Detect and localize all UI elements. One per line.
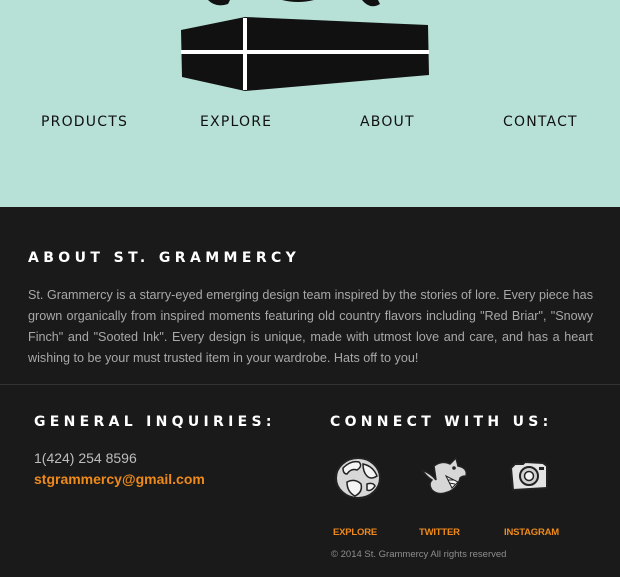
phone-number: 1(424) 254 8596 (34, 450, 137, 466)
nav-about[interactable]: ABOUT (360, 114, 415, 130)
nav-explore[interactable]: EXPLORE (200, 114, 272, 130)
globe-icon[interactable] (333, 454, 383, 502)
divider (0, 384, 620, 385)
about-title: ABOUT ST. GRAMMERCY (28, 250, 301, 266)
explore-link[interactable]: EXPLORE (333, 527, 377, 538)
camera-icon[interactable] (503, 454, 553, 502)
connect-title: CONNECT WITH US: (330, 414, 553, 430)
coffin-logo-icon[interactable] (178, 0, 432, 92)
about-body: St. Grammercy is a starry-eyed emerging … (28, 288, 593, 365)
twitter-link[interactable]: TWITTER (419, 527, 460, 538)
email-link[interactable]: stgrammercy@gmail.com (34, 471, 205, 487)
instagram-link[interactable]: INSTAGRAM (504, 527, 559, 538)
bird-icon[interactable] (418, 454, 468, 502)
inquiries-title: GENERAL INQUIRIES: (34, 414, 276, 430)
copyright: © 2014 St. Grammercy All rights reserved (331, 549, 507, 560)
nav-contact[interactable]: CONTACT (503, 114, 578, 130)
nav-products[interactable]: PRODUCTS (41, 114, 128, 130)
site-header: PRODUCTS EXPLORE ABOUT CONTACT (0, 0, 620, 207)
